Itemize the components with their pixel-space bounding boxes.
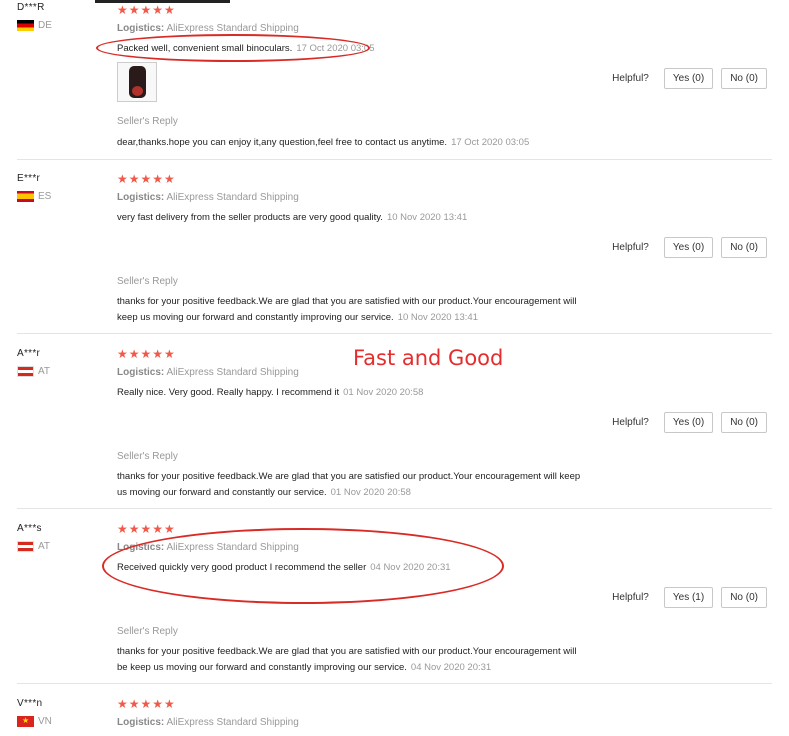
vietnam-flag-icon <box>17 715 34 727</box>
helpful-yes-button[interactable]: Yes (0) <box>663 237 714 258</box>
review-divider <box>17 333 772 334</box>
country-code: ES <box>38 190 52 202</box>
helpful-no-button[interactable]: No (0) <box>721 68 767 89</box>
seller-reply-text: thanks for your positive feedback.We are… <box>117 294 662 326</box>
logistics-info: Logistics: AliExpress Standard Shipping <box>117 191 772 205</box>
helpful-yes-button[interactable]: Yes (0) <box>663 68 714 89</box>
reviewer-country: DE <box>17 19 107 31</box>
helpful-vote: Helpful? Yes (0) No (0) <box>612 412 767 433</box>
helpful-vote: Helpful? Yes (0) No (0) <box>612 237 767 258</box>
review-item: E***r ES ★★★★★ Logistics: AliExpress Sta… <box>17 172 772 334</box>
review-text: very fast delivery from the seller produ… <box>117 211 772 225</box>
country-code: AT <box>38 540 51 552</box>
austria-flag-icon <box>17 540 34 552</box>
reviewer-country: VN <box>17 715 107 727</box>
helpful-vote: Helpful? Yes (1) No (0) <box>612 587 767 608</box>
review-divider <box>17 508 772 509</box>
reviewer-info: A***r AT <box>17 347 107 377</box>
reviewer-name: A***r <box>17 348 41 359</box>
seller-reply-text: thanks for your positive feedback.We are… <box>117 644 662 676</box>
annotation-label: Fast and Good <box>353 346 504 370</box>
reply-date: 01 Nov 2020 20:58 <box>330 487 411 498</box>
reviewer-country: AT <box>17 365 107 377</box>
helpful-label: Helpful? <box>612 592 649 603</box>
reply-date: 10 Nov 2020 13:41 <box>397 312 478 323</box>
reviewer-name: A***s <box>17 523 42 534</box>
helpful-no-button[interactable]: No (0) <box>721 587 767 608</box>
seller-reply-line: us moving our forward and constantly our… <box>117 487 327 498</box>
helpful-yes-button[interactable]: Yes (1) <box>663 587 714 608</box>
seller-reply-label: Seller's Reply <box>117 626 178 637</box>
review-body: Really nice. Very good. Really happy. I … <box>117 387 340 398</box>
review-body: very fast delivery from the seller produ… <box>117 212 383 223</box>
seller-reply-label: Seller's Reply <box>117 276 178 287</box>
highlight-ellipse <box>102 528 504 604</box>
seller-reply-body: dear,thanks.hope you can enjoy it,any qu… <box>117 137 448 148</box>
reviewer-name: V***n <box>17 698 43 709</box>
review-content: ★★★★★ Logistics: AliExpress Standard Shi… <box>117 697 772 730</box>
star-rating: ★★★★★ <box>117 3 176 17</box>
review-photo-thumbnail[interactable] <box>117 62 157 102</box>
germany-flag-icon <box>17 19 34 31</box>
reviewer-info: D***R DE <box>17 1 107 31</box>
seller-reply-line: thanks for your positive feedback.We are… <box>117 471 581 482</box>
binoculars-image <box>129 66 146 98</box>
reviewer-country: AT <box>17 540 107 552</box>
logistics-label: Logistics: <box>117 367 165 378</box>
helpful-vote: Helpful? Yes (0) No (0) <box>612 68 767 89</box>
helpful-no-button[interactable]: No (0) <box>721 237 767 258</box>
review-divider <box>17 159 772 160</box>
seller-reply-text: thanks for your positive feedback.We are… <box>117 469 662 501</box>
logistics-label: Logistics: <box>117 192 165 203</box>
shipping-method: AliExpress Standard Shipping <box>166 192 299 203</box>
seller-reply-line: thanks for your positive feedback.We are… <box>117 296 577 307</box>
reviewer-info: A***s AT <box>17 522 107 552</box>
reviewer-info: E***r ES <box>17 172 107 202</box>
review-text: Really nice. Very good. Really happy. I … <box>117 386 772 400</box>
star-rating: ★★★★★ <box>117 697 176 711</box>
reviewer-name: E***r <box>17 173 41 184</box>
spain-flag-icon <box>17 190 34 202</box>
shipping-method: AliExpress Standard Shipping <box>166 717 299 728</box>
seller-reply-label: Seller's Reply <box>117 116 178 127</box>
helpful-label: Helpful? <box>612 417 649 428</box>
review-item: D***R DE ★★★★★ Logistics: AliExpress Sta… <box>17 1 772 160</box>
review-item: A***r AT ★★★★★ Logistics: AliExpress Sta… <box>17 347 772 509</box>
shipping-method: AliExpress Standard Shipping <box>166 367 299 378</box>
seller-reply-text: dear,thanks.hope you can enjoy it,any qu… <box>117 135 662 151</box>
review-date: 01 Nov 2020 20:58 <box>343 387 424 398</box>
helpful-label: Helpful? <box>612 73 649 84</box>
reviewer-country: ES <box>17 190 107 202</box>
helpful-label: Helpful? <box>612 242 649 253</box>
reply-date: 17 Oct 2020 03:05 <box>451 137 530 148</box>
helpful-yes-button[interactable]: Yes (0) <box>663 412 714 433</box>
review-date: 10 Nov 2020 13:41 <box>386 212 468 223</box>
logistics-label: Logistics: <box>117 23 165 34</box>
review-divider <box>17 683 772 684</box>
reviewer-name: D***R <box>17 2 45 13</box>
seller-reply-label: Seller's Reply <box>117 451 178 462</box>
review-item: V***n VN ★★★★★ Logistics: AliExpress Sta… <box>17 697 772 736</box>
country-code: VN <box>38 715 52 727</box>
logistics-label: Logistics: <box>117 717 165 728</box>
seller-reply-line: keep us moving our forward and constantl… <box>117 312 394 323</box>
highlight-ellipse <box>96 34 370 62</box>
country-code: DE <box>38 19 52 31</box>
helpful-no-button[interactable]: No (0) <box>721 412 767 433</box>
seller-reply-line: thanks for your positive feedback.We are… <box>117 646 577 657</box>
logistics-info: Logistics: AliExpress Standard Shipping <box>117 716 772 730</box>
seller-reply-line: be keep us moving our forward and consta… <box>117 662 407 673</box>
reply-date: 04 Nov 2020 20:31 <box>410 662 492 673</box>
shipping-method: AliExpress Standard Shipping <box>166 23 299 34</box>
reviewer-info: V***n VN <box>17 697 107 727</box>
country-code: AT <box>38 365 51 377</box>
star-rating: ★★★★★ <box>117 172 176 186</box>
austria-flag-icon <box>17 365 34 377</box>
